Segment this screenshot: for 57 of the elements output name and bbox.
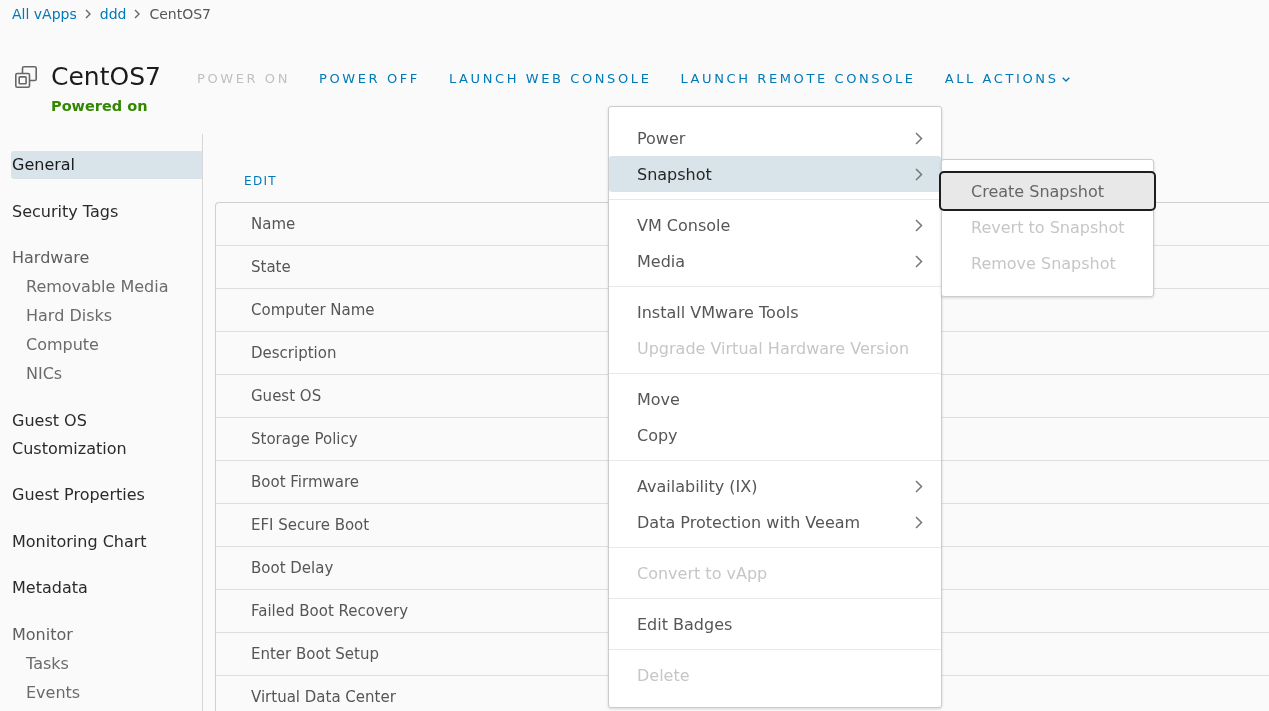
submenu-item[interactable]: Create Snapshot — [939, 171, 1156, 211]
menu-item[interactable]: Copy — [609, 417, 941, 453]
menu-item[interactable]: Install VMware Tools — [609, 294, 941, 330]
field-label: Storage Policy — [251, 430, 358, 448]
power-status: Powered on — [51, 97, 148, 116]
field-label: Computer Name — [251, 301, 375, 319]
vm-title: CentOS7 — [51, 61, 161, 93]
field-label: Description — [251, 344, 337, 362]
menu-item[interactable]: Media — [609, 243, 941, 279]
nav-subitem[interactable]: Tasks — [11, 648, 202, 678]
breadcrumb-current: CentOS7 — [149, 5, 211, 23]
menu-item[interactable]: Move — [609, 381, 941, 417]
field-label: Guest OS — [251, 387, 322, 405]
chevron-right-icon — [915, 515, 923, 529]
field-label: EFI Secure Boot — [251, 516, 370, 534]
nav-group-heading: Hardware — [11, 247, 91, 269]
nav-group-heading: Monitor — [11, 623, 74, 646]
chevron-right-icon — [84, 9, 91, 19]
nav-item[interactable]: General — [11, 151, 202, 179]
menu-item[interactable]: Availability (IX) — [609, 468, 941, 504]
chevron-right-icon — [134, 9, 141, 19]
nav-subitem[interactable]: Hard Disks — [11, 301, 202, 330]
menu-item[interactable]: Data Protection with Veeam — [609, 504, 941, 540]
breadcrumb-link[interactable]: All vApps — [12, 5, 77, 23]
chevron-right-icon — [915, 479, 923, 493]
nav-subitem[interactable]: Compute — [11, 330, 202, 359]
action-button[interactable]: LAUNCH REMOTE CONSOLE — [680, 70, 916, 88]
chevron-right-icon — [915, 218, 923, 232]
field-label: Enter Boot Setup — [251, 645, 379, 663]
nav-item[interactable]: Security Tags — [11, 197, 202, 226]
field-label: Name — [251, 215, 296, 233]
action-button[interactable]: LAUNCH WEB CONSOLE — [448, 70, 652, 88]
nav-subitem[interactable]: NICs — [11, 359, 202, 388]
field-label: Boot Delay — [251, 559, 334, 577]
field-label: Virtual Data Center — [251, 688, 396, 706]
field-label: Boot Firmware — [251, 473, 360, 491]
menu-item[interactable]: Edit Badges — [609, 606, 941, 642]
chevron-right-icon — [915, 131, 923, 145]
nav-item[interactable]: Guest Properties — [11, 481, 202, 509]
nav-item[interactable]: Metadata — [11, 574, 202, 602]
field-label: State — [251, 258, 291, 276]
nav-subitem[interactable]: Removable Media — [11, 272, 202, 301]
chevron-right-icon — [915, 254, 923, 268]
edit-link[interactable]: EDIT — [244, 173, 277, 189]
dropdown-button[interactable]: ALL ACTIONS — [944, 70, 1070, 88]
overlapping-squares-icon — [14, 65, 38, 89]
nav-item[interactable]: Monitoring Chart — [11, 527, 202, 556]
field-label: Failed Boot Recovery — [251, 602, 409, 620]
menu-item[interactable]: Power — [609, 120, 941, 156]
chevron-down-icon — [1061, 76, 1070, 82]
menu-item[interactable]: Snapshot — [609, 156, 941, 192]
chevron-right-icon — [915, 167, 923, 181]
breadcrumb-link[interactable]: ddd — [99, 5, 127, 23]
nav-item[interactable]: Guest OS Customization — [11, 406, 202, 463]
nav-subitem[interactable]: Events — [11, 677, 202, 707]
action-button[interactable]: POWER OFF — [319, 70, 420, 88]
menu-item[interactable]: VM Console — [609, 207, 941, 243]
